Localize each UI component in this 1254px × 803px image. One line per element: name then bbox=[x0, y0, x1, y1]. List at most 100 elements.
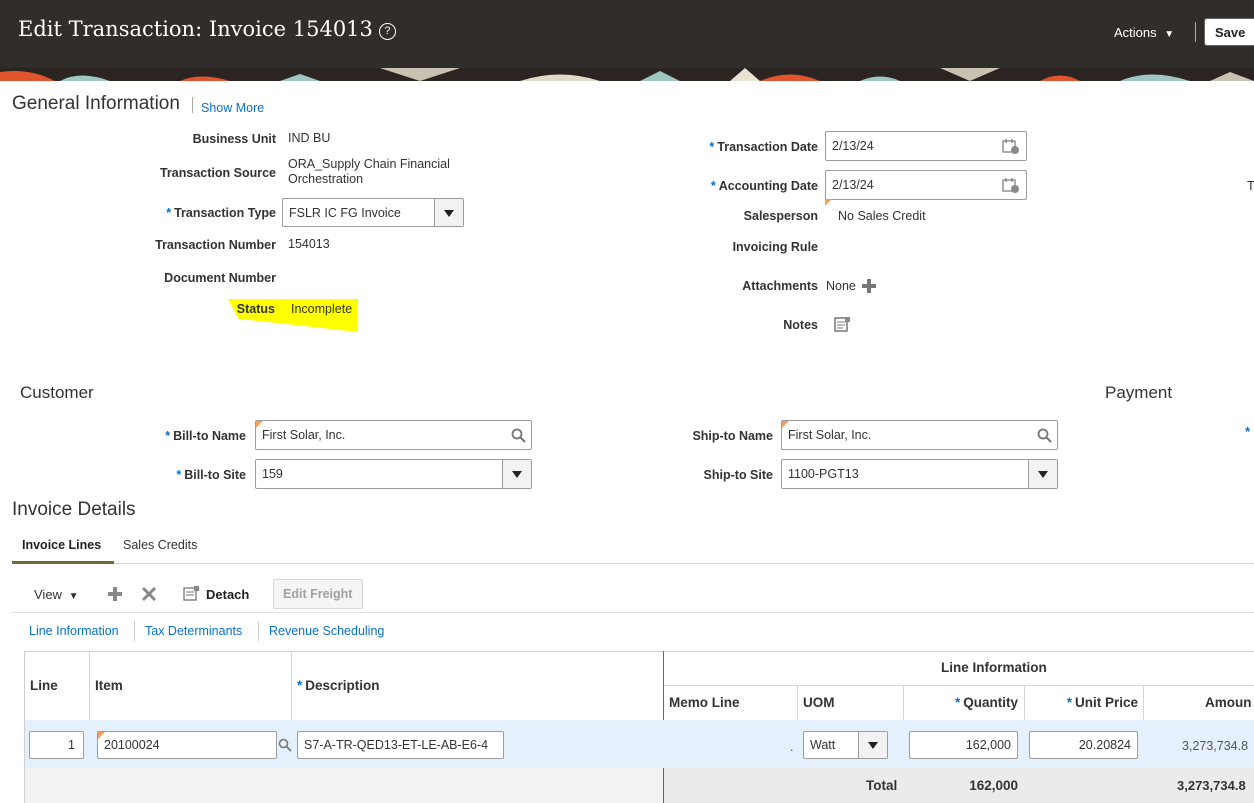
column-header-quantity[interactable]: * Quantity bbox=[955, 695, 1018, 710]
transaction-type-label: * Transaction Type bbox=[166, 206, 276, 220]
calendar-icon[interactable] bbox=[1002, 138, 1020, 155]
tax-determinants-link[interactable]: Tax Determinants bbox=[145, 624, 242, 638]
general-information-heading: General Information bbox=[12, 93, 180, 114]
notes-label: Notes bbox=[783, 318, 818, 332]
uom-value: Watt bbox=[810, 738, 836, 752]
view-menu[interactable]: View ▼ bbox=[34, 587, 78, 602]
ship-to-site-select[interactable]: 1100-PGT13 bbox=[781, 459, 1058, 489]
total-label: Total bbox=[866, 778, 898, 793]
page-title-text: Edit Transaction: Invoice 154013 bbox=[18, 17, 373, 41]
actions-label: Actions bbox=[1114, 25, 1157, 40]
business-unit-label: Business Unit bbox=[192, 132, 276, 146]
dropdown-arrow-icon[interactable] bbox=[434, 199, 463, 226]
search-icon[interactable] bbox=[278, 738, 292, 752]
column-divider bbox=[1024, 686, 1025, 720]
column-header-line[interactable]: Line bbox=[30, 678, 58, 693]
required-mark: * bbox=[710, 179, 716, 193]
quantity-input[interactable]: 162,000 bbox=[909, 731, 1018, 759]
tab-invoice-lines[interactable]: Invoice Lines bbox=[22, 538, 101, 552]
column-header-uom[interactable]: UOM bbox=[803, 695, 835, 710]
total-quantity: 162,000 bbox=[969, 778, 1018, 793]
bill-to-name-value: First Solar, Inc. bbox=[262, 428, 346, 442]
flag-marker bbox=[825, 199, 832, 206]
bill-to-name-input[interactable]: First Solar, Inc. bbox=[255, 420, 532, 450]
add-row-icon[interactable] bbox=[107, 586, 123, 602]
dropdown-arrow-icon[interactable] bbox=[858, 732, 887, 758]
show-more-link[interactable]: Show More bbox=[201, 101, 264, 115]
bill-to-site-select[interactable]: 159 bbox=[255, 459, 532, 489]
column-group-header-line-information: Line Information bbox=[941, 660, 1047, 675]
transaction-source-value-line1: ORA_Supply Chain Financial bbox=[288, 157, 450, 171]
column-header-unit-price[interactable]: * Unit Price bbox=[1067, 695, 1138, 710]
column-divider bbox=[89, 651, 90, 720]
column-header-item[interactable]: Item bbox=[95, 678, 123, 693]
edit-freight-button[interactable]: Edit Freight bbox=[273, 579, 363, 609]
column-header-memo-line[interactable]: Memo Line bbox=[669, 695, 740, 710]
payment-required-mark: * bbox=[1245, 424, 1251, 439]
help-icon[interactable]: ? bbox=[378, 23, 396, 40]
document-number-label: Document Number bbox=[164, 271, 276, 285]
ship-to-name-input[interactable]: First Solar, Inc. bbox=[781, 420, 1058, 450]
column-header-description[interactable]: * Description bbox=[297, 678, 380, 693]
required-mark: * bbox=[954, 695, 961, 710]
save-button[interactable]: Save bbox=[1204, 18, 1254, 46]
column-divider bbox=[1143, 686, 1144, 720]
amount-value: 3,273,734.8 bbox=[1182, 739, 1249, 753]
customer-heading: Customer bbox=[20, 383, 94, 402]
salesperson-value: No Sales Credit bbox=[838, 209, 926, 223]
tab-bar-divider bbox=[12, 563, 1254, 564]
line-number-input[interactable]: 1 bbox=[29, 731, 84, 759]
total-amount: 3,273,734.8 bbox=[1177, 778, 1246, 793]
revenue-scheduling-link[interactable]: Revenue Scheduling bbox=[269, 624, 384, 638]
transaction-type-select[interactable]: FSLR IC FG Invoice bbox=[282, 198, 464, 227]
totals-row bbox=[664, 768, 1254, 803]
active-tab-indicator bbox=[12, 561, 114, 564]
tab-sales-credits[interactable]: Sales Credits bbox=[123, 538, 197, 552]
required-mark: * bbox=[176, 468, 182, 482]
transaction-date-value: 2/13/24 bbox=[832, 139, 874, 153]
ship-to-site-value: 1100-PGT13 bbox=[788, 467, 859, 481]
accounting-date-input[interactable]: 2/13/24 bbox=[825, 170, 1027, 200]
chevron-down-icon: ▼ bbox=[1164, 29, 1175, 40]
dropdown-arrow-icon[interactable] bbox=[1028, 460, 1057, 488]
toolbar-divider bbox=[1195, 22, 1196, 42]
bill-to-name-label: * Bill-to Name bbox=[165, 429, 246, 443]
link-divider bbox=[258, 621, 259, 641]
delete-row-icon[interactable] bbox=[141, 586, 157, 602]
item-input[interactable]: 20100024 bbox=[97, 731, 277, 759]
dropdown-arrow-icon[interactable] bbox=[502, 460, 531, 488]
actions-menu[interactable]: Actions ▼ bbox=[1114, 25, 1174, 40]
search-icon[interactable] bbox=[1037, 428, 1052, 443]
notes-icon[interactable] bbox=[834, 316, 851, 333]
attachments-value: None bbox=[826, 279, 856, 293]
edit-freight-label: Edit Freight bbox=[283, 587, 353, 601]
unit-price-input[interactable]: 20.20824 bbox=[1029, 731, 1138, 759]
description-value: S7-A-TR-QED13-ET-LE-AB-E6-4 bbox=[304, 738, 489, 752]
accounting-date-value: 2/13/24 bbox=[832, 178, 874, 192]
calendar-icon[interactable] bbox=[1002, 177, 1020, 194]
search-icon[interactable] bbox=[511, 428, 526, 443]
transaction-date-input[interactable]: 2/13/24 bbox=[825, 131, 1027, 161]
detach-icon[interactable] bbox=[183, 585, 200, 602]
ship-to-site-label: Ship-to Site bbox=[703, 468, 773, 482]
required-mark: * bbox=[1066, 695, 1072, 710]
view-label: View bbox=[34, 587, 62, 602]
decorative-banner bbox=[0, 68, 1254, 81]
status-value: Incomplete bbox=[291, 302, 353, 316]
accounting-date-label: * Accounting Date bbox=[710, 179, 818, 193]
uom-select[interactable]: Watt bbox=[803, 731, 888, 759]
invoice-details-heading: Invoice Details bbox=[12, 499, 136, 520]
transaction-type-value: FSLR IC FG Invoice bbox=[289, 205, 401, 220]
detach-button[interactable]: Detach bbox=[206, 587, 249, 602]
line-information-link[interactable]: Line Information bbox=[29, 624, 119, 638]
add-attachment-icon[interactable] bbox=[861, 278, 877, 294]
payment-heading: Payment bbox=[1105, 383, 1173, 402]
column-header-amount[interactable]: Amoun bbox=[1205, 695, 1252, 710]
column-divider bbox=[903, 686, 904, 720]
banner-pattern-icon bbox=[0, 68, 1254, 81]
quantity-value: 162,000 bbox=[965, 738, 1011, 752]
link-divider bbox=[134, 621, 135, 641]
toolbar-divider bbox=[12, 612, 1254, 613]
description-input[interactable]: S7-A-TR-QED13-ET-LE-AB-E6-4 bbox=[297, 731, 504, 759]
totals-row-left bbox=[25, 768, 663, 803]
